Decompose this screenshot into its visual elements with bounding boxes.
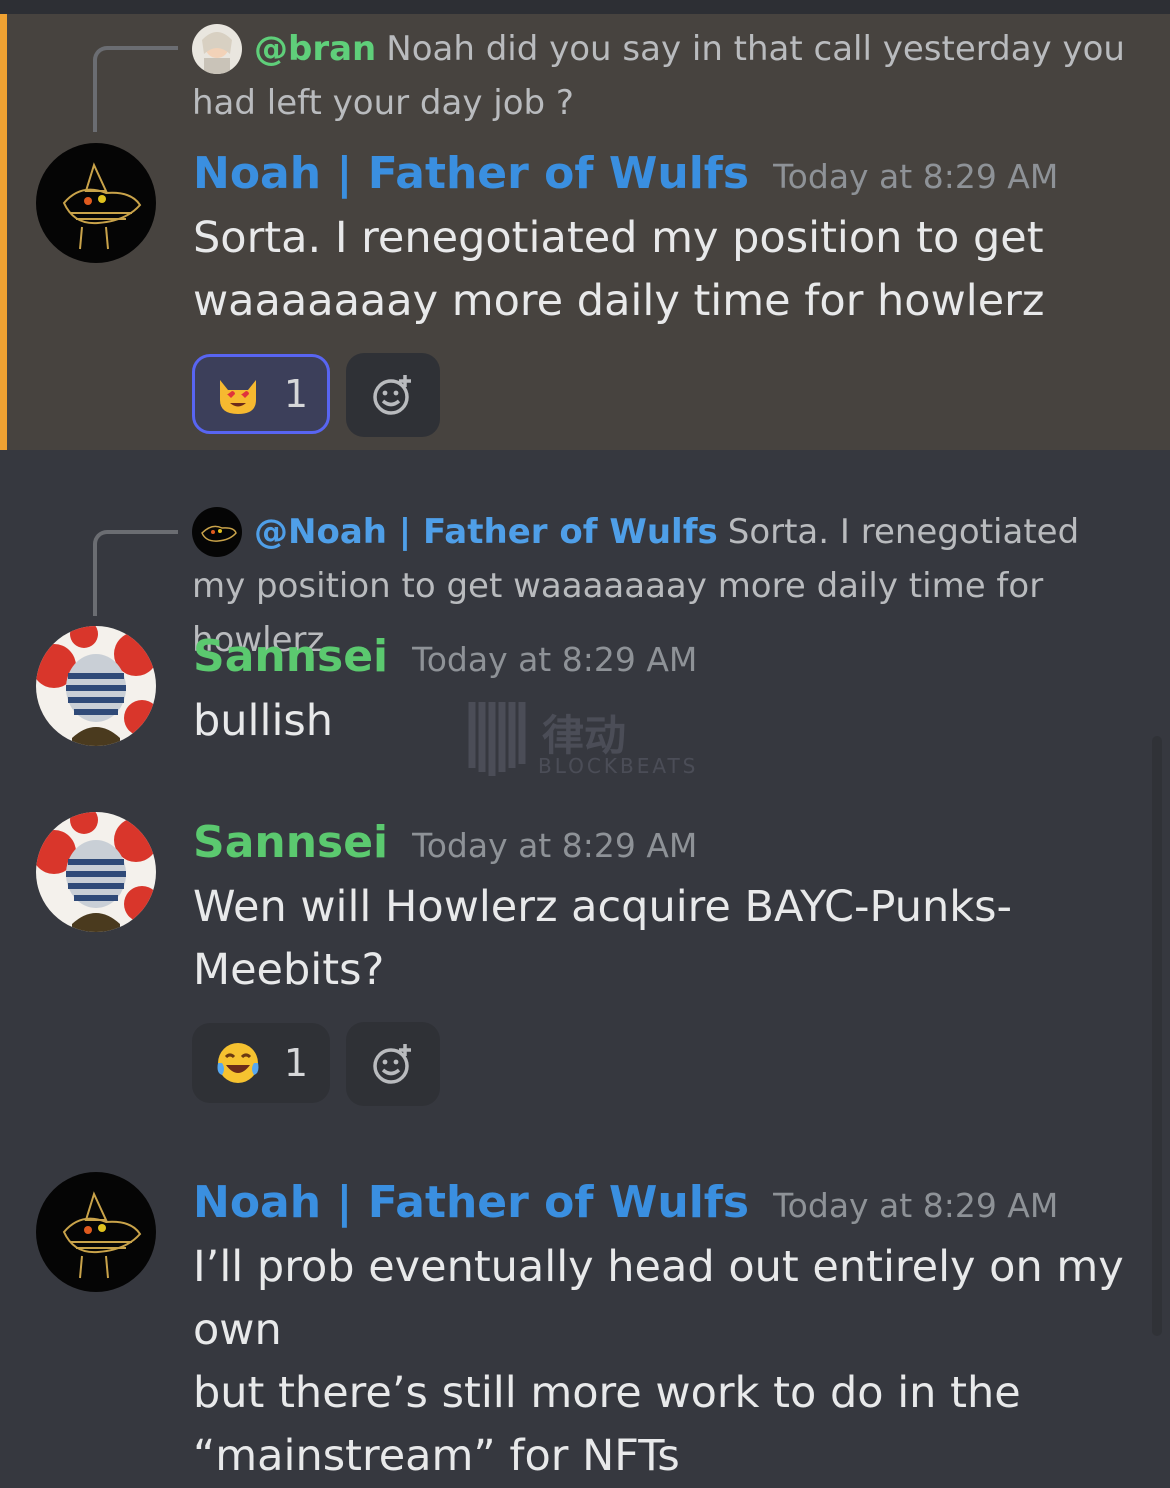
reaction-count: 1 xyxy=(283,372,309,416)
reaction-count: 1 xyxy=(283,1041,309,1085)
message-line: Meebits? xyxy=(193,945,385,995)
bran-mini-avatar[interactable] xyxy=(192,24,242,74)
author-name[interactable]: Sannsei xyxy=(193,817,388,868)
add-reaction-icon xyxy=(373,1044,411,1084)
message-line: I’ll prob eventually head out entirely o… xyxy=(193,1242,1124,1355)
sannsei-avatar[interactable] xyxy=(36,812,156,932)
message-header: Sannsei Today at 8:29 AM xyxy=(193,631,697,682)
author-name[interactable]: Noah | Father of Wulfs xyxy=(193,1177,749,1228)
author-name[interactable]: Noah | Father of Wulfs xyxy=(193,148,749,199)
timestamp: Today at 8:29 AM xyxy=(773,1186,1059,1225)
add-reaction-icon xyxy=(373,375,411,415)
tears-of-joy-emoji xyxy=(214,1039,262,1087)
message-line: Sorta. I renegotiated my position to get xyxy=(193,213,1044,263)
message-line: waaaaaaay more daily time for howlerz xyxy=(193,276,1045,326)
sannsei-avatar[interactable] xyxy=(36,626,156,746)
scrollbar[interactable] xyxy=(1152,736,1162,1336)
timestamp: Today at 8:29 AM xyxy=(412,826,698,865)
top-bar xyxy=(0,0,1170,14)
message-line: but there’s still more work to do in the xyxy=(193,1368,1021,1418)
message-header: Noah | Father of Wulfs Today at 8:29 AM xyxy=(193,148,1058,199)
timestamp: Today at 8:29 AM xyxy=(773,157,1059,196)
heart-eyes-cat-emoji xyxy=(214,370,262,418)
add-reaction-button[interactable] xyxy=(346,1022,440,1106)
message-line: “mainstream” for NFTs xyxy=(193,1431,680,1481)
reaction-heart-eyes-cat[interactable]: 1 xyxy=(192,354,330,434)
message-text: Wen will Howlerz acquire BAYC-Punks- Mee… xyxy=(193,876,1143,1002)
reply-connector xyxy=(93,46,178,132)
message-header: Noah | Father of Wulfs Today at 8:29 AM xyxy=(193,1177,1058,1228)
noah-avatar[interactable] xyxy=(36,1172,156,1292)
reply-mention[interactable]: @Noah | Father of Wulfs xyxy=(254,512,718,552)
author-name[interactable]: Sannsei xyxy=(193,631,388,682)
reply-preview[interactable]: @bran Noah did you say in that call yeste… xyxy=(192,22,1142,130)
noah-mini-avatar[interactable] xyxy=(192,507,242,557)
reply-mention[interactable]: @bran xyxy=(254,29,376,69)
add-reaction-button[interactable] xyxy=(346,353,440,437)
reaction-tears-of-joy[interactable]: 1 xyxy=(192,1023,330,1103)
message-header: Sannsei Today at 8:29 AM xyxy=(193,817,697,868)
message-line: Wen will Howlerz acquire BAYC-Punks- xyxy=(193,882,1013,932)
mention-highlight-bar xyxy=(0,14,7,450)
message-text: Sorta. I renegotiated my position to get… xyxy=(193,207,1143,333)
blockbeats-watermark: 律动 BLOCKBEATS xyxy=(466,698,706,780)
reply-connector xyxy=(93,530,178,616)
timestamp: Today at 8:29 AM xyxy=(412,640,698,679)
noah-avatar[interactable] xyxy=(36,143,156,263)
message-text: I’ll prob eventually head out entirely o… xyxy=(193,1236,1143,1488)
watermark-text: BLOCKBEATS xyxy=(538,754,699,778)
